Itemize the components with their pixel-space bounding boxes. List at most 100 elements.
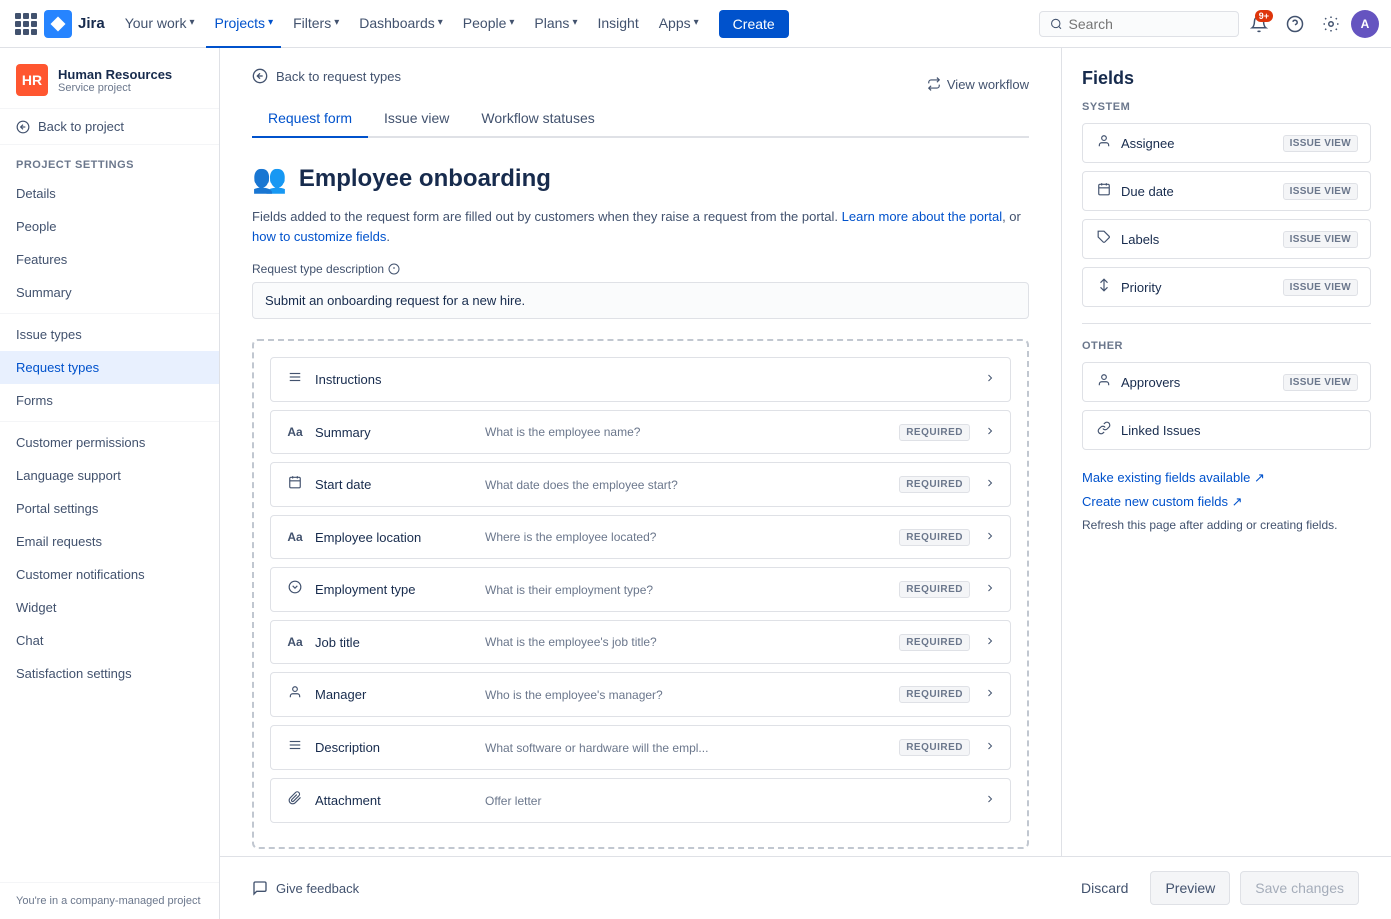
search-box[interactable] [1039, 11, 1239, 37]
feedback-icon [252, 880, 268, 896]
rp-divider [1082, 323, 1371, 324]
field-row-start-date[interactable]: Start dateWhat date does the employee st… [270, 462, 1011, 507]
sidebar-item-request-types[interactable]: Request types [0, 351, 219, 384]
field-row-attachment[interactable]: AttachmentOffer letter [270, 778, 1011, 823]
rp-links: Make existing fields available ↗ Create … [1082, 470, 1371, 532]
rp-system-fields: Assignee ISSUE VIEW Due date ISSUE VIEW … [1082, 123, 1371, 307]
rp-other-label: Other [1082, 340, 1371, 352]
sidebar-item-features[interactable]: Features [0, 243, 219, 276]
preview-button[interactable]: Preview [1150, 871, 1230, 905]
view-workflow-button[interactable]: View workflow [927, 77, 1029, 92]
field-icon-job-title: Aa [285, 633, 305, 651]
sidebar-item-details[interactable]: Details [0, 177, 219, 210]
sidebar-item-email-requests[interactable]: Email requests [0, 525, 219, 558]
req-desc-input[interactable] [252, 282, 1029, 319]
project-name: Human Resources [58, 67, 172, 82]
rp-system-label: System [1082, 101, 1371, 113]
field-name: Manager [315, 687, 475, 702]
nav-insight[interactable]: Insight [589, 0, 646, 48]
field-hint: Where is the employee located? [485, 530, 889, 544]
field-row-description[interactable]: DescriptionWhat software or hardware wil… [270, 725, 1011, 770]
nav-plans[interactable]: Plans ▾ [526, 0, 585, 48]
field-icon-employee-location: Aa [285, 528, 305, 546]
nav-filters[interactable]: Filters ▾ [285, 0, 347, 48]
sidebar-item-chat[interactable]: Chat [0, 624, 219, 657]
sidebar-item-customer-notifications[interactable]: Customer notifications [0, 558, 219, 591]
tab-issue-view[interactable]: Issue view [368, 100, 465, 138]
back-to-request-types-link[interactable]: Back to request types [252, 68, 401, 84]
create-custom-fields-link[interactable]: Create new custom fields ↗ [1082, 494, 1371, 510]
sidebar-item-people[interactable]: People [0, 210, 219, 243]
sidebar-item-forms[interactable]: Forms [0, 384, 219, 417]
nav-dashboards[interactable]: Dashboards ▾ [351, 0, 451, 48]
nav-apps[interactable]: Apps ▾ [651, 0, 707, 48]
rp-field-approvers[interactable]: Approvers ISSUE VIEW [1082, 362, 1371, 402]
field-row-manager[interactable]: ManagerWho is the employee's manager?REQ… [270, 672, 1011, 717]
sidebar-item-widget[interactable]: Widget [0, 591, 219, 624]
rp-note: Refresh this page after adding or creati… [1082, 518, 1371, 532]
sidebar-item-customer-permissions[interactable]: Customer permissions [0, 426, 219, 459]
field-row-instructions[interactable]: Instructions [270, 357, 1011, 402]
field-row-summary[interactable]: AaSummaryWhat is the employee name?REQUI… [270, 410, 1011, 454]
customize-fields-link[interactable]: how to customize fields [252, 229, 386, 244]
right-panel: Fields System Assignee ISSUE VIEW Due da… [1061, 48, 1391, 856]
field-row-job-title[interactable]: AaJob titleWhat is the employee's job ti… [270, 620, 1011, 664]
field-name: Instructions [315, 372, 475, 387]
field-row-employment-type[interactable]: Employment typeWhat is their employment … [270, 567, 1011, 612]
make-fields-available-link[interactable]: Make existing fields available ↗ [1082, 470, 1371, 486]
search-input[interactable] [1069, 16, 1228, 32]
create-button[interactable]: Create [719, 10, 789, 38]
rp-issue-view-badge: ISSUE VIEW [1283, 135, 1358, 152]
field-icon-attachment [285, 791, 305, 810]
field-name: Attachment [315, 793, 475, 808]
page-title-icon: 👥 [252, 162, 287, 195]
rp-field-icon [1095, 230, 1113, 248]
rp-field-linked-issues[interactable]: Linked Issues [1082, 410, 1371, 450]
notification-badge: 9+ [1255, 10, 1273, 22]
sidebar-item-language-support[interactable]: Language support [0, 459, 219, 492]
save-changes-button[interactable]: Save changes [1240, 871, 1359, 905]
rp-field-assignee[interactable]: Assignee ISSUE VIEW [1082, 123, 1371, 163]
notifications-button[interactable]: 9+ [1243, 8, 1275, 40]
field-icon-start-date [285, 475, 305, 494]
apps-dots-icon [15, 13, 37, 35]
help-button[interactable] [1279, 8, 1311, 40]
nav-your-work[interactable]: Your work ▾ [117, 0, 203, 48]
tab-workflow-statuses[interactable]: Workflow statuses [465, 100, 610, 138]
rp-issue-view-badge: ISSUE VIEW [1283, 231, 1358, 248]
back-to-project-link[interactable]: Back to project [0, 109, 219, 145]
field-icon-description [285, 738, 305, 757]
jira-logo[interactable]: Jira [44, 10, 105, 38]
sidebar-item-satisfaction-settings[interactable]: Satisfaction settings [0, 657, 219, 690]
sidebar-item-summary[interactable]: Summary [0, 276, 219, 309]
rp-field-priority[interactable]: Priority ISSUE VIEW [1082, 267, 1371, 307]
rp-issue-view-badge: ISSUE VIEW [1283, 374, 1358, 391]
nav-projects[interactable]: Projects ▾ [206, 0, 281, 48]
user-avatar[interactable]: A [1351, 10, 1379, 38]
rp-field-due-date[interactable]: Due date ISSUE VIEW [1082, 171, 1371, 211]
main-area: Back to request types View workflow Requ… [220, 48, 1391, 919]
content-header: Back to request types View workflow [252, 68, 1029, 100]
rp-field-left: Labels [1095, 230, 1159, 248]
page-title-area: 👥 Employee onboarding [252, 162, 1029, 195]
rp-field-name: Linked Issues [1121, 423, 1201, 438]
field-name: Job title [315, 635, 475, 650]
rp-field-left: Priority [1095, 278, 1161, 296]
learn-more-link[interactable]: Learn more about the portal [842, 209, 1002, 224]
back-arrow-icon [252, 68, 268, 84]
discard-button[interactable]: Discard [1069, 872, 1140, 904]
sidebar-item-portal-settings[interactable]: Portal settings [0, 492, 219, 525]
give-feedback-button[interactable]: Give feedback [252, 880, 359, 896]
gear-icon [1322, 15, 1340, 33]
req-desc-label: Request type description [252, 262, 1029, 276]
top-navigation: Jira Your work ▾ Projects ▾ Filters ▾ Da… [0, 0, 1391, 48]
sidebar-item-issue-types[interactable]: Issue types [0, 318, 219, 351]
nav-people[interactable]: People ▾ [455, 0, 523, 48]
rp-field-labels[interactable]: Labels ISSUE VIEW [1082, 219, 1371, 259]
workflow-icon [927, 77, 941, 91]
settings-button[interactable] [1315, 8, 1347, 40]
tab-request-form[interactable]: Request form [252, 100, 368, 138]
apps-menu-button[interactable] [12, 10, 40, 38]
sidebar-bottom-note: You're in a company-managed project [0, 882, 219, 919]
field-row-employee-location[interactable]: AaEmployee locationWhere is the employee… [270, 515, 1011, 559]
